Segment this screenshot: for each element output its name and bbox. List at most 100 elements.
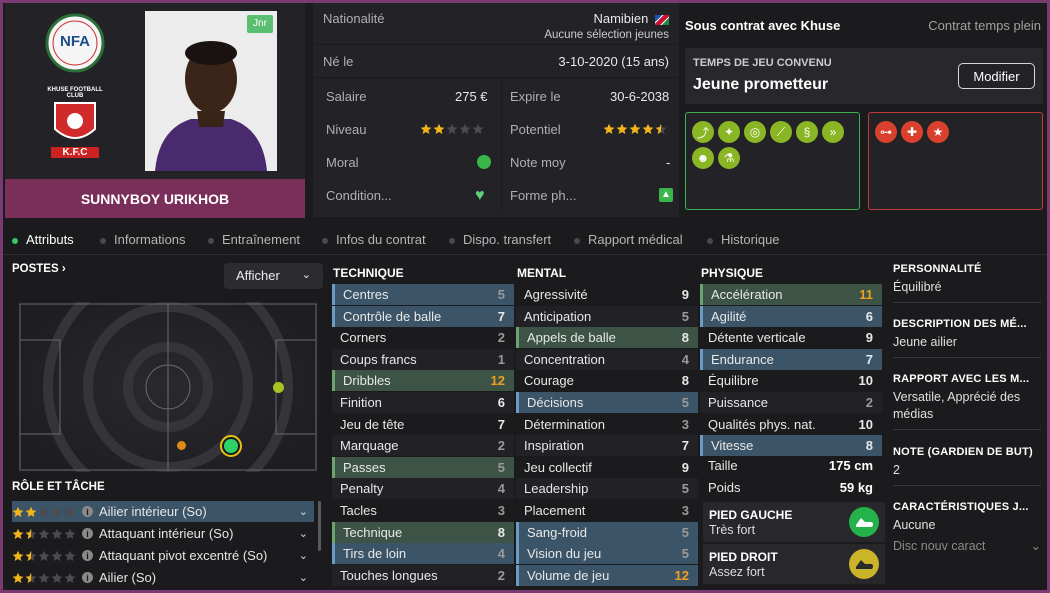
attribute-row[interactable]: Finition 6: [332, 392, 514, 413]
attribute-name: Endurance: [711, 351, 774, 367]
attribute-row[interactable]: Équilibre 10: [700, 370, 882, 391]
chevron-down-icon[interactable]: ⌄: [299, 527, 308, 540]
attribute-value: 5: [681, 395, 689, 410]
star-icon[interactable]: ★: [927, 121, 949, 143]
attribute-name: Agressivité: [524, 287, 588, 302]
info-icon[interactable]: i: [82, 550, 93, 561]
info-icon[interactable]: i: [82, 572, 93, 583]
attribute-row[interactable]: Centres 5: [332, 284, 514, 305]
attribute-row[interactable]: Puissance 2: [700, 392, 882, 413]
pen-icon[interactable]: ⟋: [770, 121, 792, 143]
attribute-name: Marquage: [340, 438, 399, 454]
attribute-value: 7: [681, 438, 689, 454]
attribute-row[interactable]: Détermination 3: [516, 414, 698, 435]
attribute-row[interactable]: Touches longues 2: [332, 564, 514, 586]
attribute-name: Détermination: [524, 416, 605, 432]
run-icon[interactable]: ⤴: [692, 121, 714, 143]
attribute-row[interactable]: Technique 8: [332, 521, 514, 543]
attribute-value: 1: [497, 351, 505, 367]
role-row[interactable]: i Attaquant pivot excentré (So) ⌄: [12, 545, 314, 566]
attribute-row[interactable]: Leadership 5: [516, 478, 698, 500]
attribute-row[interactable]: Accélération 11: [700, 284, 882, 305]
tab-infos-contrat[interactable]: Infos du contrat: [322, 232, 426, 247]
head-icon[interactable]: ☻: [692, 147, 714, 169]
attribute-row[interactable]: Contrôle de balle 7: [332, 305, 514, 327]
attribute-row[interactable]: Vision du jeu 5: [516, 543, 698, 565]
flask-icon[interactable]: ⚗: [718, 147, 740, 169]
attribute-name: Finition: [340, 395, 382, 410]
mental-title: MENTAL: [517, 266, 567, 280]
attribute-row[interactable]: Jeu collectif 9: [516, 457, 698, 478]
attribute-row[interactable]: Dribbles 12: [332, 370, 514, 392]
position-marker-mc[interactable]: [220, 435, 242, 457]
attribute-row[interactable]: Tirs de loin 4: [332, 543, 514, 565]
morale-icon[interactable]: [477, 155, 491, 169]
dumbbell-icon[interactable]: ⊶: [875, 121, 897, 143]
attribute-row[interactable]: Coups francs 1: [332, 348, 514, 370]
chevron-down-icon[interactable]: ⌄: [299, 549, 308, 562]
attribute-row[interactable]: Agressivité 9: [516, 284, 698, 305]
attribute-row[interactable]: Qualités phys. nat. 10: [700, 414, 882, 435]
attribute-row[interactable]: Concentration 4: [516, 348, 698, 370]
positions-title[interactable]: POSTES ›: [12, 263, 66, 275]
attribute-row[interactable]: Appels de balle 8: [516, 327, 698, 349]
role-row[interactable]: i Attaquant intérieur (So) ⌄: [12, 523, 314, 544]
brain-icon[interactable]: ✦: [718, 121, 740, 143]
weight-row: Poids 59 kg: [700, 477, 882, 498]
attribute-row[interactable]: Agilité 6: [700, 305, 882, 327]
description-title: DESCRIPTION DES MÉ...: [893, 318, 1027, 330]
attribute-row[interactable]: Vitesse 8: [700, 435, 882, 457]
role-row[interactable]: i Ailier (So) ⌄: [12, 567, 314, 588]
attribute-row[interactable]: Anticipation 5: [516, 305, 698, 327]
info-icon[interactable]: i: [82, 506, 93, 517]
attribute-row[interactable]: Placement 3: [516, 500, 698, 521]
position-marker-dml[interactable]: [177, 441, 186, 450]
tab-informations[interactable]: Informations: [100, 232, 186, 247]
tab-attributs[interactable]: Attributs: [12, 232, 74, 247]
attribute-row[interactable]: Jeu de tête 7: [332, 414, 514, 435]
attribute-row[interactable]: Détente verticale 9: [700, 327, 882, 348]
characteristics-dropdown[interactable]: Disc nouv caract ⌄: [893, 538, 1041, 555]
attribute-row[interactable]: Courage 8: [516, 370, 698, 391]
attribute-row[interactable]: Corners 2: [332, 327, 514, 348]
attribute-value: 2: [497, 567, 505, 583]
position-marker-aml[interactable]: [273, 382, 284, 393]
info-panel: Nationalité Namibien Aucune sélection je…: [313, 3, 679, 217]
show-dropdown[interactable]: Afficher ⌄: [224, 263, 323, 289]
attribute-name: Inspiration: [524, 438, 584, 454]
dribble-icon[interactable]: »: [822, 121, 844, 143]
media-block: RAPPORT AVEC LES M... Versatile, Apprécié…: [893, 373, 1041, 430]
role-row[interactable]: i Ailier intérieur (So) ⌄: [12, 501, 314, 522]
characteristics-title: CARACTÉRISTIQUES J...: [893, 501, 1029, 513]
tab-dispo-transfert[interactable]: Dispo. transfert: [449, 232, 551, 247]
tab-entrainement[interactable]: Entraînement: [208, 232, 300, 247]
target-icon[interactable]: ◎: [744, 121, 766, 143]
attribute-name: Appels de balle: [527, 330, 616, 346]
tab-rapport-medical[interactable]: Rapport médical: [574, 232, 683, 247]
curve-icon[interactable]: §: [796, 121, 818, 143]
attribute-row[interactable]: Inspiration 7: [516, 435, 698, 457]
info-icon[interactable]: i: [82, 528, 93, 539]
attribute-row[interactable]: Tacles 3: [332, 500, 514, 521]
attribute-name: Sang-froid: [527, 524, 587, 540]
attribute-row[interactable]: Penalty 4: [332, 478, 514, 500]
modify-button[interactable]: Modifier: [958, 63, 1035, 89]
thumbs-up-icon[interactable]: ▲: [659, 188, 673, 202]
injury-icon[interactable]: ✚: [901, 121, 923, 143]
player-profile-screen: NFA KHUSE FOOTBALL CLUB K.F.C Jnr SUNNYB…: [3, 3, 1047, 590]
role-stars: [12, 506, 76, 518]
attribute-row[interactable]: Endurance 7: [700, 348, 882, 370]
chevron-down-icon[interactable]: ⌄: [299, 571, 308, 584]
attribute-row[interactable]: Volume de jeu 12: [516, 564, 698, 586]
roles-scrollbar[interactable]: [318, 501, 321, 551]
attribute-row[interactable]: Décisions 5: [516, 392, 698, 413]
attribute-value: 8: [681, 330, 689, 346]
attribute-row[interactable]: Marquage 2: [332, 435, 514, 457]
tab-historique[interactable]: Historique: [707, 232, 780, 247]
attribute-row[interactable]: Sang-froid 5: [516, 521, 698, 543]
potential-stars: [603, 123, 667, 135]
chevron-down-icon[interactable]: ⌄: [299, 505, 308, 518]
chevron-down-icon: ⌄: [1030, 539, 1041, 553]
attribute-row[interactable]: Passes 5: [332, 456, 514, 478]
heart-icon[interactable]: ♥: [475, 187, 485, 205]
